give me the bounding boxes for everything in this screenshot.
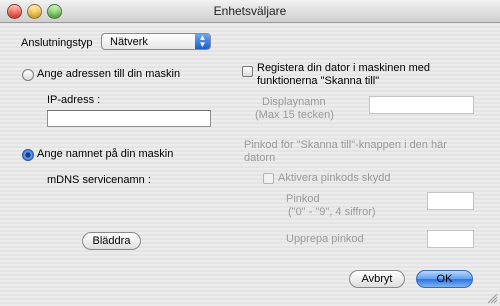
pin-input[interactable] [427,192,474,210]
ip-address-label: IP-adress : [47,94,101,106]
pin-label: Pinkod [286,193,320,205]
ip-address-input[interactable] [47,110,211,127]
mdns-service-name-label: mDNS servicenamn : [47,174,151,186]
connection-type-value: Nätverk [110,36,148,48]
chevron-updown-icon: ▲ ▼ [195,34,210,49]
register-scan-to-label-line2[interactable]: funktionerna "Skanna till" [257,75,379,87]
activate-pin-checkbox[interactable] [263,173,274,184]
cancel-button[interactable]: Avbryt [349,270,405,288]
radio-specify-name[interactable] [22,149,34,161]
connection-type-select[interactable]: Nätverk ▲ ▼ [101,33,211,50]
browse-button[interactable]: Bläddra [82,232,141,250]
device-selector-window: Enhetsväljare Anslutningstyp Nätverk ▲ ▼ … [0,0,500,306]
display-name-hint: (Max 15 tecken) [255,109,334,121]
radio-specify-address[interactable] [22,69,34,81]
window-title: Enhetsväljare [213,4,287,18]
resize-grip-icon[interactable] [486,292,498,304]
title-bar: Enhetsväljare [0,0,500,23]
ok-button[interactable]: OK [416,270,473,288]
repeat-pin-input[interactable] [427,230,474,248]
register-scan-to-checkbox[interactable] [242,66,253,77]
connection-type-label: Anslutningstyp [21,37,93,49]
display-name-label: Displaynamn [262,96,326,108]
activate-pin-label[interactable]: Aktivera pinkods skydd [278,172,391,184]
pin-heading-line1: Pinkod för "Skanna till"-knappen i den h… [244,139,447,151]
pin-hint: ("0" - "9", 4 siffror) [288,206,376,218]
repeat-pin-label: Upprepa pinkod [286,233,364,245]
radio-specify-name-label[interactable]: Ange namnet på din maskin [37,148,173,160]
radio-specify-address-label[interactable]: Ange adressen till din maskin [37,68,180,80]
display-name-input[interactable] [369,96,474,114]
register-scan-to-label-line1[interactable]: Registera din dator i maskinen med [257,62,430,74]
pin-heading-line2: datorn [244,152,276,164]
